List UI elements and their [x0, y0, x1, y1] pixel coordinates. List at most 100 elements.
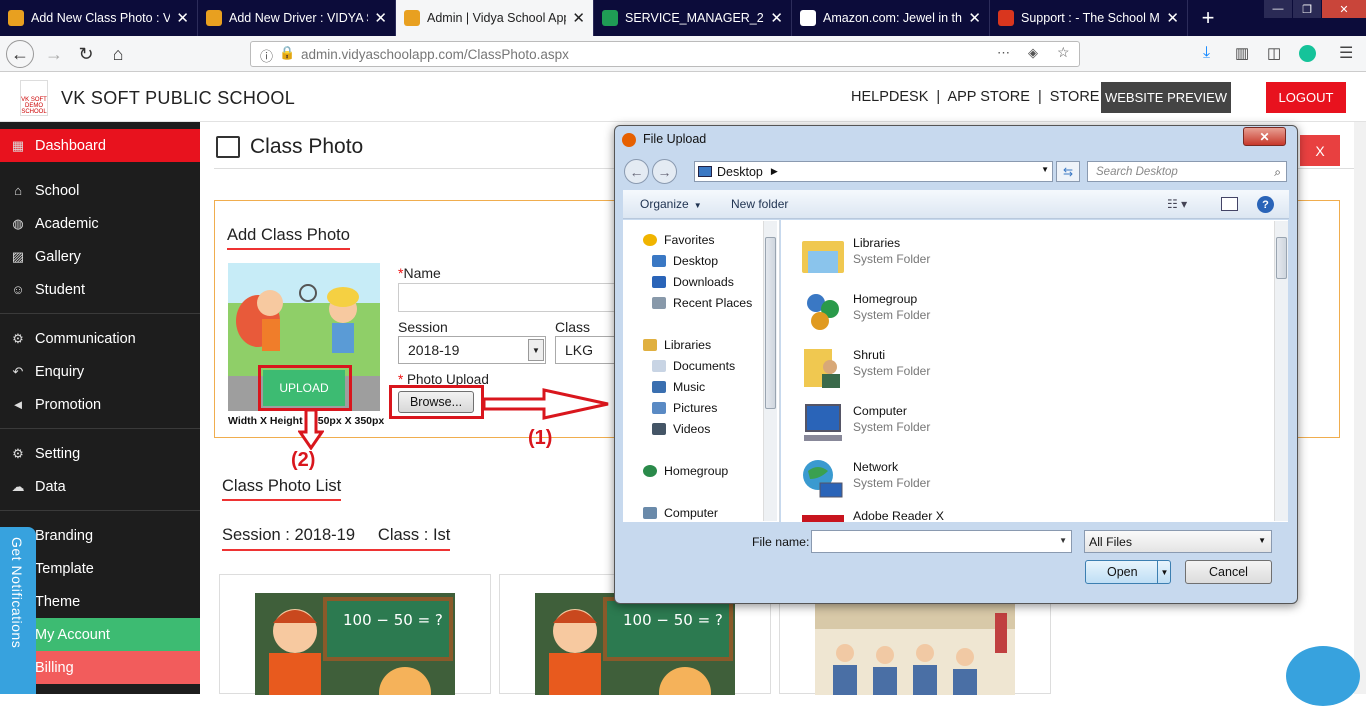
nav-recent-places[interactable]: Recent Places: [652, 296, 752, 310]
reply-icon: ↶: [12, 364, 24, 379]
globe-icon: ◍: [12, 216, 24, 231]
reload-icon[interactable]: ↻: [72, 40, 100, 68]
pocket-icon[interactable]: ◈: [1028, 45, 1038, 61]
sidebar-item-setting[interactable]: ⚙ Setting: [0, 437, 200, 470]
tab-add-driver[interactable]: Add New Driver : VIDYA SCHOOL✕: [198, 0, 396, 36]
library-icon[interactable]: ▥: [1235, 44, 1249, 62]
tab-support[interactable]: Support : - The School Ma ✕: [990, 0, 1188, 36]
page-scrollbar[interactable]: [1354, 122, 1366, 694]
nav-libraries[interactable]: Libraries: [643, 338, 711, 352]
home-icon[interactable]: ⌂: [104, 40, 132, 68]
tab-close-icon[interactable]: ✕: [176, 9, 189, 27]
nav-favorites[interactable]: Favorites: [643, 233, 715, 247]
tab-add-class-photo[interactable]: Add New Class Photo : VIDYA✕: [0, 0, 198, 36]
nav-computer[interactable]: Computer: [643, 506, 718, 520]
tab-admin-vidya[interactable]: Admin | Vidya School App ✕: [396, 0, 594, 36]
sidebar-item-dashboard[interactable]: ▦ Dashboard: [0, 129, 200, 162]
tab-close-icon[interactable]: ✕: [572, 9, 585, 27]
website-preview-button[interactable]: WEBSITE PREVIEW: [1101, 82, 1231, 113]
file-item-homegroup[interactable]: Homegroup System Folder: [800, 287, 1100, 335]
nav-music[interactable]: Music: [652, 380, 705, 394]
sidebar-item-enquiry[interactable]: ↶ Enquiry: [0, 355, 200, 388]
session-select[interactable]: 2018-19 ▼: [398, 336, 546, 364]
back-arrow-icon[interactable]: ←: [6, 40, 34, 68]
logout-button[interactable]: LOGOUT: [1266, 82, 1346, 113]
file-item-libraries[interactable]: Libraries System Folder: [800, 231, 1100, 279]
view-options-icon[interactable]: ☷ ▾: [1167, 197, 1187, 211]
dialog-back-icon[interactable]: ←: [624, 159, 649, 184]
communication-icon: ⚙: [12, 331, 24, 346]
file-name-input[interactable]: ▼: [811, 530, 1072, 553]
url-bar[interactable]: ⓘ 🔒 admin.vidyaschoolapp.com/ClassPhoto.…: [250, 41, 1080, 67]
info-icon[interactable]: ⓘ: [260, 46, 273, 65]
bookmark-star-icon[interactable]: ☆: [1057, 44, 1070, 61]
chevron-down-icon[interactable]: ▼: [1041, 165, 1049, 174]
new-folder-button[interactable]: New folder: [731, 197, 788, 211]
new-tab-button[interactable]: +: [1188, 0, 1228, 36]
computer-icon: [643, 507, 657, 519]
name-input[interactable]: [398, 283, 618, 312]
tab-service-manager[interactable]: SERVICE_MANAGER_2018✕: [594, 0, 792, 36]
file-item-network[interactable]: Network System Folder: [800, 455, 1100, 503]
download-icon[interactable]: ⤓: [1203, 44, 1210, 62]
header-nav-links[interactable]: HELPDESK | APP STORE | STORE: [851, 89, 1099, 105]
menu-icon[interactable]: ☰: [1339, 43, 1353, 63]
classroom-photo-image: [815, 593, 1015, 695]
sidebar-item-student[interactable]: ☺ Student: [0, 273, 200, 306]
chevron-down-icon[interactable]: ▼: [1059, 536, 1067, 545]
scroll-thumb[interactable]: [765, 237, 776, 409]
sidebar-item-academic[interactable]: ◍ Academic: [0, 207, 200, 240]
downloads-icon: [652, 276, 666, 288]
nav-pane-scrollbar[interactable]: [763, 221, 777, 521]
file-item-adobe-reader[interactable]: Adobe Reader X: [800, 509, 1100, 522]
sidebar-toggle-icon[interactable]: ◫: [1267, 44, 1281, 62]
dialog-close-button[interactable]: ✕: [1243, 127, 1286, 146]
class-photo-card[interactable]: 100 − 50 = ?: [219, 574, 491, 695]
school-logo[interactable]: VK SOFT DEMO SCHOOL: [20, 80, 48, 116]
tab-close-icon[interactable]: ✕: [374, 9, 387, 27]
get-notifications-tab[interactable]: Get Notifications: [0, 527, 36, 694]
tab-close-icon[interactable]: ✕: [770, 9, 783, 27]
close-panel-button[interactable]: X: [1300, 135, 1340, 166]
help-icon[interactable]: ?: [1257, 196, 1274, 213]
class-select[interactable]: LKG: [555, 336, 615, 364]
minimize-icon[interactable]: —: [1264, 0, 1292, 18]
tab-amazon[interactable]: Amazon.com: Jewel in the ✕: [792, 0, 990, 36]
computer-icon: [804, 404, 842, 441]
file-item-computer[interactable]: Computer System Folder: [800, 399, 1100, 447]
sidebar-item-promotion[interactable]: ◄ Promotion: [0, 388, 200, 421]
nav-desktop[interactable]: Desktop: [652, 254, 718, 268]
cloud-icon: ☁: [11, 479, 25, 494]
tab-close-icon[interactable]: ✕: [968, 9, 981, 27]
nav-homegroup[interactable]: Homegroup: [643, 464, 728, 478]
cancel-button[interactable]: Cancel: [1185, 560, 1272, 584]
chat-bubble-icon[interactable]: [1286, 646, 1360, 706]
refresh-icon[interactable]: ⇆: [1056, 161, 1080, 182]
url-path: /ClassPhoto.aspx: [463, 46, 569, 62]
scroll-thumb[interactable]: [1276, 237, 1287, 279]
sidebar-item-gallery[interactable]: ▨ Gallery: [0, 240, 200, 273]
nav-downloads[interactable]: Downloads: [652, 275, 734, 289]
sidebar-item-data[interactable]: ☁ Data: [0, 470, 200, 503]
sidebar-item-school[interactable]: ⌂ School: [0, 174, 200, 207]
preview-pane-icon[interactable]: [1221, 197, 1238, 211]
more-actions-icon[interactable]: ⋯: [997, 45, 1010, 61]
chevron-down-icon[interactable]: ▼: [1157, 561, 1171, 583]
tab-close-icon[interactable]: ✕: [1166, 9, 1179, 27]
nav-documents[interactable]: Documents: [652, 359, 735, 373]
maximize-icon[interactable]: ❐: [1293, 0, 1321, 18]
grammarly-icon[interactable]: [1299, 45, 1316, 62]
file-item-shruti[interactable]: Shruti System Folder: [800, 343, 1100, 391]
open-button[interactable]: Open ▼: [1085, 560, 1171, 584]
close-window-icon[interactable]: ✕: [1322, 0, 1366, 18]
nav-videos[interactable]: Videos: [652, 422, 710, 436]
organize-menu[interactable]: Organize ▼: [640, 197, 702, 211]
file-list-scrollbar[interactable]: [1274, 221, 1288, 521]
nav-pictures[interactable]: Pictures: [652, 401, 717, 415]
dialog-forward-icon[interactable]: →: [652, 159, 677, 184]
file-type-filter[interactable]: All Files ▼: [1084, 530, 1272, 553]
dialog-address-bar[interactable]: Desktop ▶ ▼: [694, 161, 1053, 182]
dialog-search-input[interactable]: Search Desktop ⌕: [1087, 161, 1287, 182]
forward-arrow-icon[interactable]: →: [40, 40, 68, 68]
sidebar-item-communication[interactable]: ⚙ Communication: [0, 322, 200, 355]
